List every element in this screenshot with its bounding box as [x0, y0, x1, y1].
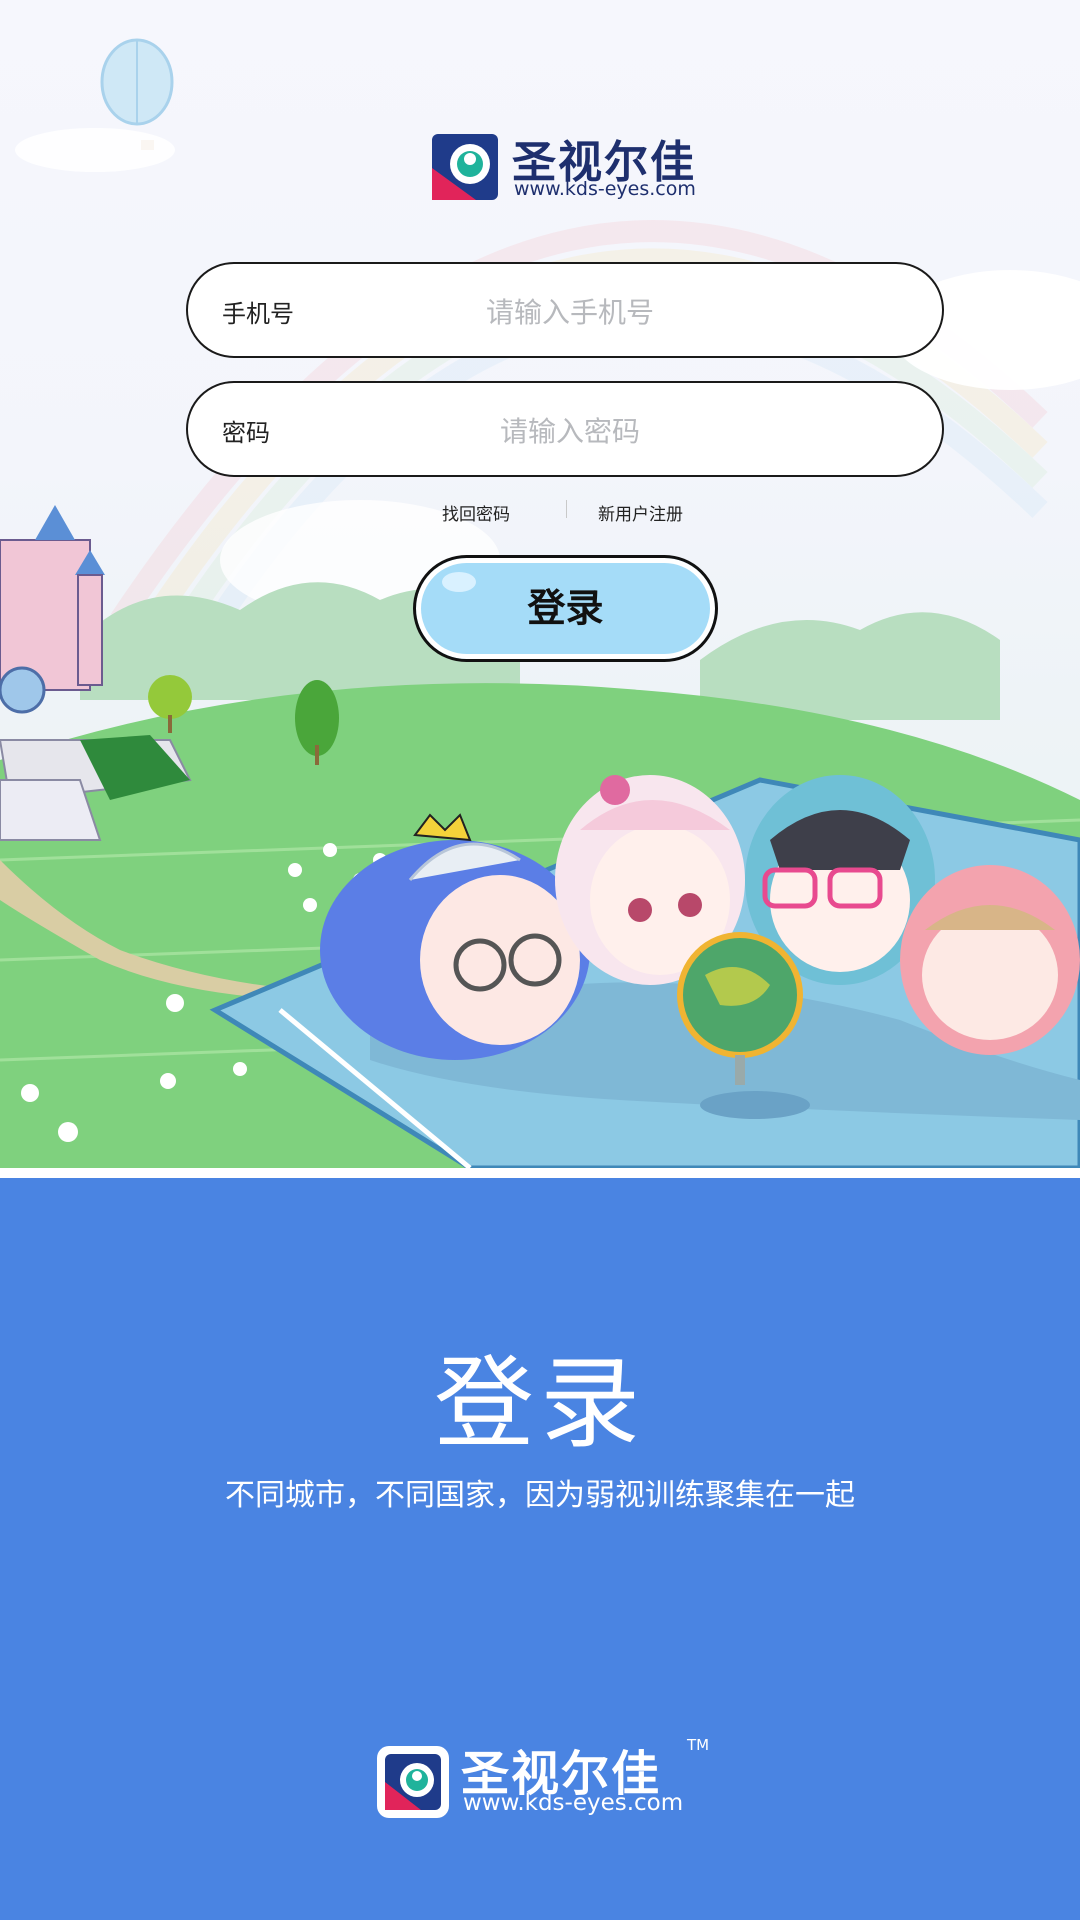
password-field[interactable]: 密码 — [186, 381, 944, 477]
footer-logo-icon — [377, 1746, 449, 1818]
banner-title: 登录 — [434, 1345, 646, 1462]
banner-slogan: 不同城市，不同国家，因为弱视训练聚集在一起 — [225, 1478, 855, 1513]
section-divider — [0, 1168, 1080, 1178]
button-gloss — [442, 572, 476, 592]
link-divider — [566, 500, 567, 518]
register-link[interactable]: 新用户注册 — [598, 500, 683, 525]
footer-brand-logo: 圣视尔佳 TM www.kds-eyes.com — [377, 1736, 717, 1820]
phone-label: 手机号 — [222, 300, 294, 328]
phone-input[interactable] — [368, 286, 772, 338]
login-button-label: 登录 — [527, 586, 604, 630]
phone-field[interactable]: 手机号 — [186, 262, 944, 358]
password-input[interactable] — [368, 405, 772, 457]
brand-logo-icon — [432, 134, 498, 200]
hero-illustration-area: 圣视尔佳 www.kds-eyes.com 手机号 密码 找回密码 新用户注册 … — [0, 0, 1080, 1168]
footer-brand-url: www.kds-eyes.com — [463, 1790, 684, 1816]
balloon-icon — [15, 38, 175, 172]
password-label: 密码 — [222, 419, 270, 447]
forgot-password-link[interactable]: 找回密码 — [442, 500, 510, 525]
trademark-mark: TM — [687, 1736, 710, 1754]
brand-logo: 圣视尔佳 www.kds-eyes.com — [432, 132, 702, 202]
auth-links: 找回密码 新用户注册 — [0, 498, 1080, 528]
brand-url: www.kds-eyes.com — [514, 178, 696, 200]
login-button[interactable]: 登录 — [413, 555, 718, 662]
